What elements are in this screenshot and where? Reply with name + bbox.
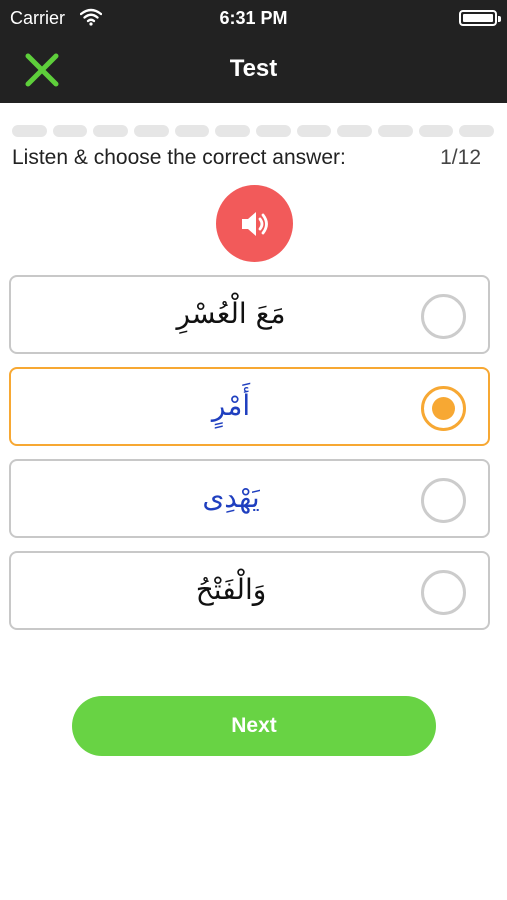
radio-button[interactable]	[421, 570, 466, 615]
speaker-icon	[242, 212, 268, 236]
next-button[interactable]: Next	[72, 696, 436, 756]
page-title: Test	[229, 55, 278, 82]
radio-selected-dot	[432, 397, 455, 420]
progress-bar	[12, 125, 495, 137]
answer-option-2[interactable]: أَمْرٍ	[9, 367, 490, 446]
progress-segment	[459, 125, 495, 137]
play-sound-button[interactable]	[216, 185, 293, 262]
radio-button[interactable]	[421, 478, 466, 523]
question-counter: 1/12	[440, 146, 481, 169]
clock: 6:31 PM	[219, 8, 288, 28]
answer-option-1[interactable]: مَعَ الْعُسْرِ	[9, 275, 490, 354]
progress-segment	[215, 125, 251, 137]
answer-text: أَمْرٍ	[211, 389, 251, 422]
radio-button[interactable]	[421, 294, 466, 339]
nav-bar: Test	[0, 38, 507, 103]
answer-text: وَالْفَتْحُ	[195, 573, 267, 606]
progress-segment	[256, 125, 291, 137]
progress-segment	[52, 125, 88, 137]
radio-button[interactable]	[421, 386, 466, 431]
progress-segment	[93, 125, 129, 137]
progress-segment	[134, 125, 169, 137]
instruction-text: Listen & choose the correct answer:	[12, 146, 346, 169]
status-bar: Carrier 6:31 PM	[0, 0, 507, 38]
answer-text: مَعَ الْعُسْرِ	[176, 297, 286, 330]
progress-segment	[12, 125, 47, 137]
progress-segment	[418, 125, 454, 137]
progress-segment	[296, 125, 332, 137]
progress-segment	[337, 125, 373, 137]
top-bar: Carrier 6:31 PM Test	[0, 0, 507, 103]
answer-text: يَهْدِى	[202, 481, 260, 514]
answer-option-3[interactable]: يَهْدِى	[9, 459, 490, 538]
answer-option-4[interactable]: وَالْفَتْحُ	[9, 551, 490, 630]
progress-segment	[378, 125, 413, 137]
battery-icon	[459, 10, 501, 26]
progress-segment	[174, 125, 210, 137]
